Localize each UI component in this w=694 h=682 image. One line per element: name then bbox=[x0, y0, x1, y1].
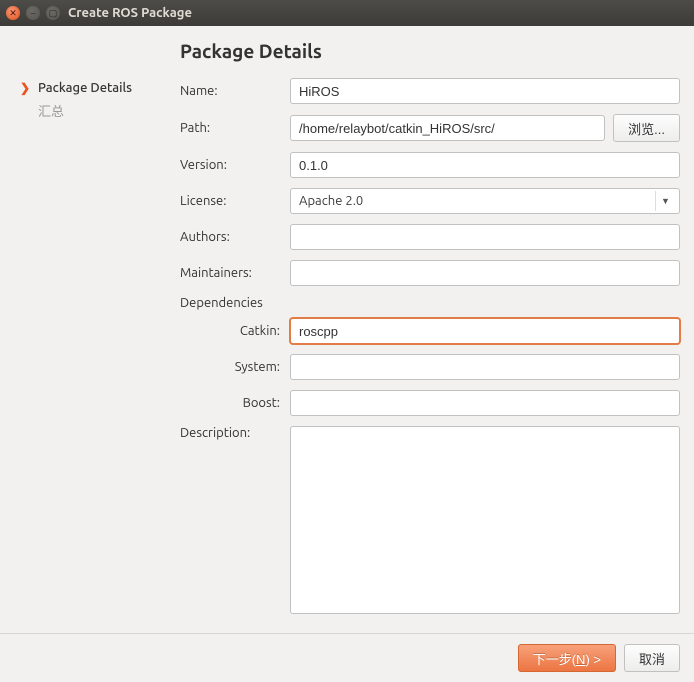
maintainers-input[interactable] bbox=[290, 260, 680, 286]
version-label: Version: bbox=[180, 158, 290, 172]
close-icon[interactable]: ✕ bbox=[6, 6, 20, 20]
description-textarea[interactable] bbox=[290, 426, 680, 614]
titlebar: ✕ – ▢ Create ROS Package bbox=[0, 0, 694, 26]
next-button[interactable]: 下一步(N) > bbox=[518, 644, 616, 672]
boost-input[interactable] bbox=[290, 390, 680, 416]
version-input[interactable] bbox=[290, 152, 680, 178]
license-value: Apache 2.0 bbox=[299, 194, 363, 208]
name-input[interactable] bbox=[290, 78, 680, 104]
authors-label: Authors: bbox=[180, 230, 290, 244]
cancel-button[interactable]: 取消 bbox=[624, 644, 680, 672]
name-label: Name: bbox=[180, 84, 290, 98]
license-select[interactable]: Apache 2.0 ▼ bbox=[290, 188, 680, 214]
license-label: License: bbox=[180, 194, 290, 208]
chevron-right-icon: ❯ bbox=[20, 81, 32, 95]
path-label: Path: bbox=[180, 121, 290, 135]
path-input[interactable] bbox=[290, 115, 605, 141]
boost-label: Boost: bbox=[180, 396, 290, 410]
system-input[interactable] bbox=[290, 354, 680, 380]
sidebar-item-label: Package Details bbox=[38, 81, 132, 95]
footer: 下一步(N) > 取消 bbox=[0, 633, 694, 682]
system-label: System: bbox=[180, 360, 290, 374]
main-panel: Package Details Name: Path: 浏览... Versio… bbox=[180, 40, 680, 633]
catkin-input[interactable] bbox=[290, 318, 680, 344]
window-title: Create ROS Package bbox=[68, 6, 192, 20]
sidebar-item-label: 汇总 bbox=[38, 101, 64, 120]
maintainers-label: Maintainers: bbox=[180, 266, 290, 280]
dependencies-label: Dependencies bbox=[180, 296, 680, 310]
page-title: Package Details bbox=[180, 40, 680, 62]
description-label: Description: bbox=[180, 426, 290, 440]
authors-input[interactable] bbox=[290, 224, 680, 250]
sidebar: ❯ Package Details 汇总 bbox=[14, 40, 166, 633]
chevron-down-icon: ▼ bbox=[655, 191, 675, 211]
sidebar-item-summary[interactable]: 汇总 bbox=[14, 98, 166, 123]
sidebar-item-package-details[interactable]: ❯ Package Details bbox=[14, 78, 166, 98]
maximize-icon[interactable]: ▢ bbox=[46, 6, 60, 20]
browse-button[interactable]: 浏览... bbox=[613, 114, 680, 142]
window-controls: ✕ – ▢ bbox=[6, 6, 60, 20]
catkin-label: Catkin: bbox=[180, 324, 290, 338]
minimize-icon[interactable]: – bbox=[26, 6, 40, 20]
